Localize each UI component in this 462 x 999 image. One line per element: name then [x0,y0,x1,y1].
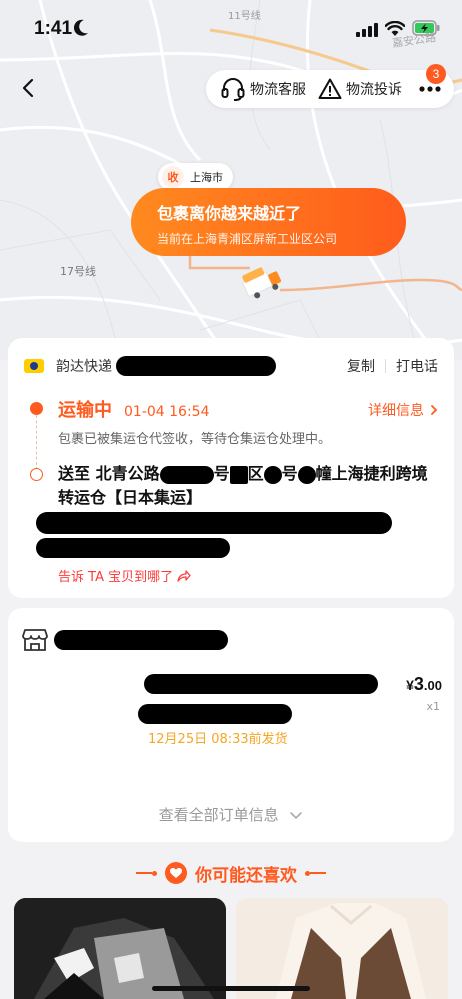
receive-badge: 收 [162,166,184,188]
decor-right [305,870,326,876]
recommend-header: 你可能还喜欢 [0,860,462,886]
timeline-line [36,410,37,470]
order-card: ¥3.00 x1 12月25日 08:33前发货 查看全部订单信息 [8,608,454,842]
wifi-icon [385,21,405,36]
logistics-complain-button[interactable]: 物流投诉 [318,70,402,108]
truck-icon [242,267,282,299]
view-all-order-button[interactable]: 查看全部订单信息 [8,804,454,825]
decor-left [136,870,157,876]
logistics-service-label: 物流客服 [250,82,306,98]
heart-icon [165,862,187,884]
dest-part2: 区 [247,464,264,483]
notification-badge: 3 [426,64,446,84]
recommend-title: 你可能还喜欢 [195,865,297,886]
price-integer: 3 [413,674,424,694]
carrier-logo-icon [24,359,44,373]
tracking-number-redacted [116,356,276,376]
address-redacted-line1 [36,512,392,534]
carrier-actions: 复制 打电话 [347,356,438,376]
product-image-1 [14,898,226,999]
price-decimal: .00 [423,678,442,693]
receive-city: 上海市 [190,171,223,184]
status-description: 包裹已被集运仓代签收，等待仓集运仓处理中。 [58,432,332,447]
share-icon [177,569,191,582]
price-currency: ¥ [406,677,414,693]
status-time: 1:41 [34,18,73,39]
call-button[interactable]: 打电话 [396,356,438,376]
redacted-block [297,465,316,484]
status-title: 运输中 [58,400,112,421]
dest-part1: 号 [213,464,230,483]
copy-button[interactable]: 复制 [347,356,375,376]
redacted-block [263,465,282,484]
shop-name-redacted [54,630,228,650]
status-row: 运输中 01-04 16:54 [58,396,209,422]
logistics-complain-label: 物流投诉 [346,82,402,98]
product-image-2 [236,898,448,999]
redacted-block [229,465,248,484]
carrier-name: 韵达快递 [56,359,112,375]
timeline-dot-destination [30,468,43,481]
dest-prefix: 送至 北青公路 [58,464,160,483]
chevron-down-icon [290,811,303,819]
redacted-block [159,465,214,484]
item-spec-redacted [138,704,292,724]
parcel-status-bubble: 包裹离你越来越近了 当前在上海青浦区屏新工业区公司 [131,188,406,256]
chevron-right-icon [431,405,438,415]
divider [385,359,386,373]
timeline-dot-active [30,402,43,415]
detail-info-link[interactable]: 详细信息 [368,400,440,420]
status-bar: 1:41 [0,0,462,56]
moon-icon [73,19,88,36]
item-price: ¥3.00 [406,674,442,695]
dest-part3: 号 [281,464,298,483]
destination-address: 送至 北青公路号区号幢上海捷利跨境转运仓【日本集运】 [58,462,442,510]
signal-icon [356,23,378,37]
bubble-title: 包裹离你越来越近了 [157,204,302,223]
top-action-bar: 物流客服 物流投诉 [206,70,454,108]
logistics-card: 韵达快递 复制 打电话 运输中 01-04 16:54 详细信息 包裹已被集运仓… [8,338,454,598]
back-button[interactable] [14,74,42,102]
view-all-label: 查看全部订单信息 [158,806,279,824]
home-indicator[interactable] [152,986,310,991]
warning-icon [318,78,342,99]
item-title-redacted[interactable] [144,674,378,694]
logistics-service-button[interactable]: 物流客服 [220,70,306,108]
battery-icon [412,20,440,36]
share-progress-link[interactable]: 告诉 TA 宝贝到哪了 [58,566,191,585]
map-label-line17: 17号线 [60,265,96,278]
item-quantity: x1 [426,700,440,713]
status-time-stamp: 01-04 16:54 [124,404,210,420]
receive-location-pin: 收 上海市 [158,163,233,191]
carrier-row: 韵达快递 复制 打电话 [24,356,438,376]
recommend-product-1[interactable] [14,898,226,999]
ship-deadline: 12月25日 08:33前发货 [148,732,288,747]
address-redacted-line2 [36,538,230,558]
detail-info-label: 详细信息 [368,403,424,419]
share-progress-label: 告诉 TA 宝贝到哪了 [58,570,174,585]
shop-icon [22,629,48,651]
headset-icon [221,78,245,101]
recommend-product-2[interactable] [236,898,448,999]
bubble-subtitle: 当前在上海青浦区屏新工业区公司 [157,232,338,246]
back-icon [22,78,34,98]
